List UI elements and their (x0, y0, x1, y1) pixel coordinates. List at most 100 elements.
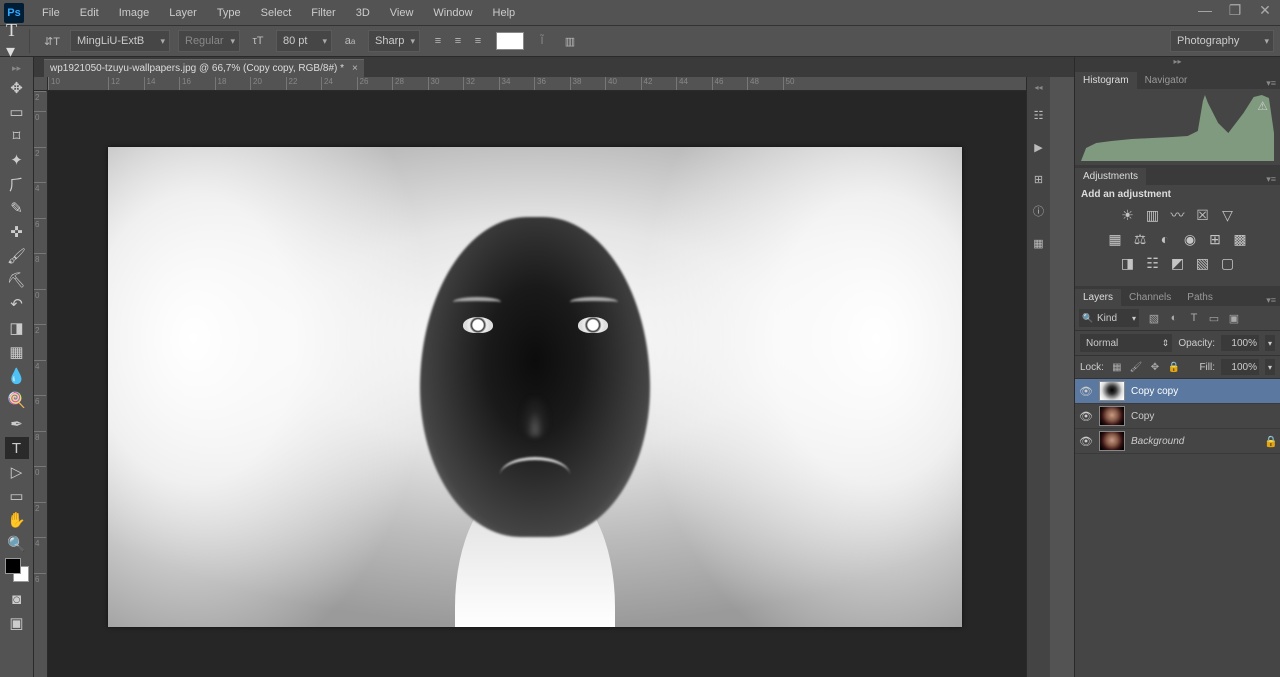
menu-window[interactable]: Window (423, 3, 482, 23)
dock-collapse-icon[interactable]: ◂◂ (1034, 83, 1042, 92)
fill-field[interactable]: 100% (1221, 359, 1259, 375)
layer-visibility-icon[interactable]: 👁 (1079, 385, 1093, 398)
lock-paint-icon[interactable]: 🖌 (1129, 360, 1143, 374)
hand-tool[interactable]: ✋ (5, 509, 29, 531)
blur-tool[interactable]: 💧 (5, 365, 29, 387)
font-family-dropdown[interactable]: MingLiU-ExtB (70, 30, 170, 52)
histogram-warning-icon[interactable]: ⚠ (1257, 99, 1268, 113)
levels-adjustment-icon[interactable]: ▥ (1144, 206, 1162, 224)
pen-tool[interactable]: ✒ (5, 413, 29, 435)
filter-smart-icon[interactable]: ▣ (1227, 311, 1241, 325)
photo-filter-adjustment-icon[interactable]: ◉ (1181, 230, 1199, 248)
anti-alias-dropdown[interactable]: Sharp (368, 30, 420, 52)
filter-type-icon[interactable]: T (1187, 311, 1201, 325)
eyedropper-tool[interactable]: ✎ (5, 197, 29, 219)
menu-type[interactable]: Type (207, 3, 251, 23)
filter-pixel-icon[interactable]: ▧ (1147, 311, 1161, 325)
menu-help[interactable]: Help (483, 3, 526, 23)
exposure-adjustment-icon[interactable]: ☒ (1194, 206, 1212, 224)
magic-wand-tool[interactable]: ✦ (5, 149, 29, 171)
path-selection-tool[interactable]: ▷ (5, 461, 29, 483)
clone-stamp-tool[interactable]: ⛏ (5, 269, 29, 291)
layer-thumbnail[interactable] (1099, 381, 1125, 401)
warp-text-icon[interactable]: Ĩ (532, 31, 552, 51)
layer-thumbnail[interactable] (1099, 431, 1125, 451)
color-balance-adjustment-icon[interactable]: ⚖ (1131, 230, 1149, 248)
channel-mixer-adjustment-icon[interactable]: ⊞ (1206, 230, 1224, 248)
layer-row[interactable]: 👁Copy copy (1075, 379, 1280, 404)
rectangular-marquee-tool[interactable]: ▭ (5, 101, 29, 123)
maximize-button[interactable]: ❐ (1220, 0, 1250, 20)
canvas[interactable] (108, 147, 962, 627)
vibrance-adjustment-icon[interactable]: ▽ (1219, 206, 1237, 224)
type-tool[interactable]: T (5, 437, 29, 459)
menu-select[interactable]: Select (251, 3, 302, 23)
properties-panel-icon[interactable]: ⊞ (1030, 170, 1048, 188)
fill-dropdown-icon[interactable]: ▾ (1265, 359, 1275, 375)
type-tool-indicator[interactable]: T ▾ (6, 29, 30, 53)
actions-panel-icon[interactable]: ☷ (1030, 106, 1048, 124)
crop-tool[interactable]: ⺁ (5, 173, 29, 195)
gradient-tool[interactable]: ▦ (5, 341, 29, 363)
brightness-contrast-adjustment-icon[interactable]: ☀ (1119, 206, 1137, 224)
close-window-button[interactable]: ✕ (1250, 0, 1280, 20)
gradient-map-adjustment-icon[interactable]: ▧ (1194, 254, 1212, 272)
navigator-tab[interactable]: Navigator (1137, 72, 1196, 89)
menu-image[interactable]: Image (109, 3, 160, 23)
menu-file[interactable]: File (32, 3, 70, 23)
layer-row[interactable]: 👁Background🔒 (1075, 429, 1280, 454)
font-style-dropdown[interactable]: Regular (178, 30, 240, 52)
posterize-adjustment-icon[interactable]: ☷ (1144, 254, 1162, 272)
opacity-dropdown-icon[interactable]: ▾ (1265, 335, 1275, 351)
menu-filter[interactable]: Filter (301, 3, 345, 23)
canvas-viewport[interactable] (48, 91, 1050, 677)
zoom-tool[interactable]: 🔍 (5, 533, 29, 555)
move-tool[interactable]: ✥ (5, 77, 29, 99)
channels-tab[interactable]: Channels (1121, 289, 1179, 306)
filter-shape-icon[interactable]: ▭ (1207, 311, 1221, 325)
quick-mask-mode[interactable]: ◙ (5, 588, 29, 610)
document-tab-close-icon[interactable]: × (352, 63, 358, 74)
histogram-tab[interactable]: Histogram (1075, 72, 1137, 89)
menu-view[interactable]: View (380, 3, 424, 23)
layer-thumbnail[interactable] (1099, 406, 1125, 426)
text-color-swatch[interactable] (496, 32, 524, 50)
menu-edit[interactable]: Edit (70, 3, 109, 23)
foreground-background-colors[interactable] (5, 558, 29, 582)
layers-tab[interactable]: Layers (1075, 289, 1121, 306)
lasso-tool[interactable]: ⌑ (5, 125, 29, 147)
toggle-orientation-icon[interactable]: ⇵T (42, 31, 62, 51)
layer-name[interactable]: Copy (1131, 411, 1276, 422)
hue-saturation-adjustment-icon[interactable]: ▦ (1106, 230, 1124, 248)
histogram-panel-menu-icon[interactable]: ▾≡ (1262, 78, 1280, 89)
screen-mode[interactable]: ▣ (5, 612, 29, 634)
minimize-button[interactable]: — (1190, 0, 1220, 20)
opacity-field[interactable]: 100% (1221, 335, 1259, 351)
menu-layer[interactable]: Layer (159, 3, 207, 23)
lock-all-icon[interactable]: 🔒 (1167, 360, 1181, 374)
lock-position-icon[interactable]: ✥ (1148, 360, 1162, 374)
foreground-color[interactable] (5, 558, 21, 574)
play-icon[interactable]: ▶ (1030, 138, 1048, 156)
curves-adjustment-icon[interactable]: 〰 (1169, 206, 1187, 224)
filter-adjustment-icon[interactable]: ◐ (1167, 311, 1181, 325)
character-panel-icon[interactable]: ▥ (560, 31, 580, 51)
layers-panel-menu-icon[interactable]: ▾≡ (1262, 295, 1280, 306)
panel-dock-collapse-icon[interactable]: ▸▸ (1075, 57, 1280, 69)
dodge-tool[interactable]: 🍭 (5, 389, 29, 411)
align-left-button[interactable]: ≡ (428, 31, 448, 51)
adjustments-tab[interactable]: Adjustments (1075, 168, 1146, 185)
layer-visibility-icon[interactable]: 👁 (1079, 435, 1093, 448)
history-brush-tool[interactable]: ↶ (5, 293, 29, 315)
eraser-tool[interactable]: ◨ (5, 317, 29, 339)
toolbox-collapse-icon[interactable]: ▸▸ (12, 63, 21, 74)
lock-transparent-icon[interactable]: ▦ (1110, 360, 1124, 374)
info-panel-icon[interactable]: ⓘ (1030, 202, 1048, 220)
layer-visibility-icon[interactable]: 👁 (1079, 410, 1093, 423)
color-lookup-adjustment-icon[interactable]: ▩ (1231, 230, 1249, 248)
document-tab[interactable]: wp1921050-tzuyu-wallpapers.jpg @ 66,7% (… (44, 59, 364, 77)
styles-panel-icon[interactable]: ▦ (1030, 234, 1048, 252)
adjustments-panel-menu-icon[interactable]: ▾≡ (1262, 174, 1280, 185)
rectangle-shape-tool[interactable]: ▭ (5, 485, 29, 507)
brush-tool[interactable]: 🖌 (5, 245, 29, 267)
